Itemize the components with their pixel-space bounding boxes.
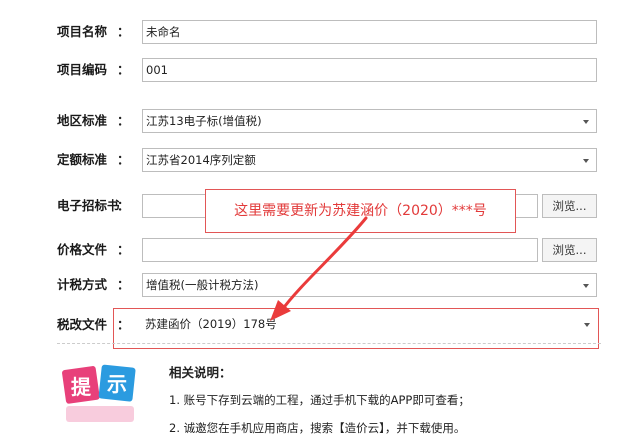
section-divider	[57, 343, 601, 344]
tip-badge-icon: 提 示	[62, 364, 136, 422]
tip-badge-char-2: 示	[107, 372, 127, 396]
note-line-2: 2. 诚邀您在手机应用商店，搜索【造价云】，并下载使用。	[169, 421, 466, 435]
notes-title: 相关说明：	[169, 365, 232, 380]
tip-badge-char-1: 提	[71, 375, 92, 399]
note-line-1: 1. 账号下存到云端的工程，通过手机下载的APP即可查看；	[169, 393, 470, 407]
